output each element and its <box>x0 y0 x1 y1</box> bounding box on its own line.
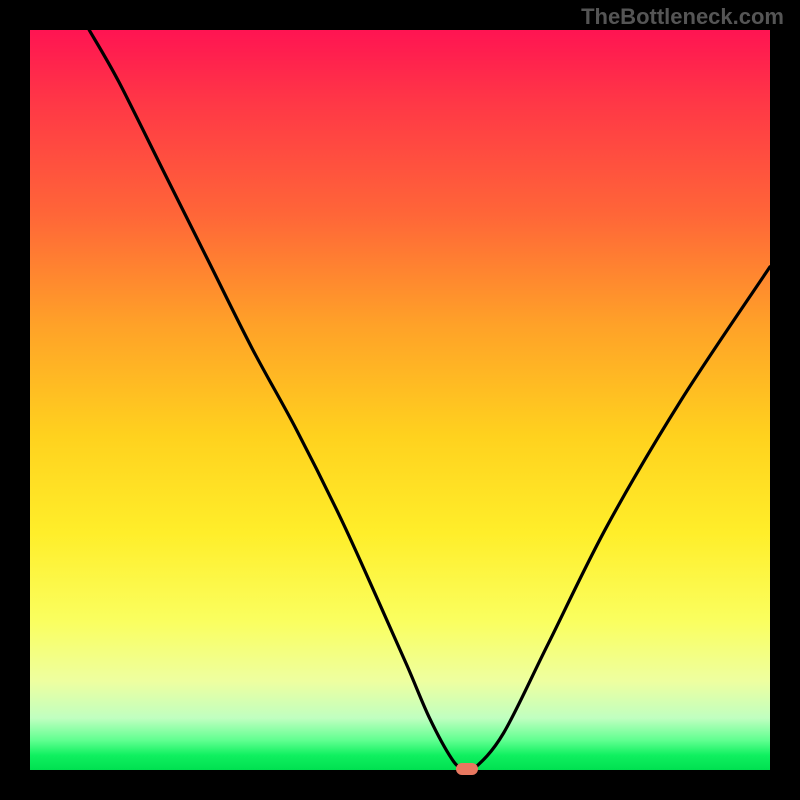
optimal-point-marker <box>456 763 478 775</box>
chart-plot-area <box>30 30 770 770</box>
watermark-text: TheBottleneck.com <box>581 4 784 30</box>
chart-curve-svg <box>30 30 770 770</box>
bottleneck-curve-path <box>89 30 770 770</box>
